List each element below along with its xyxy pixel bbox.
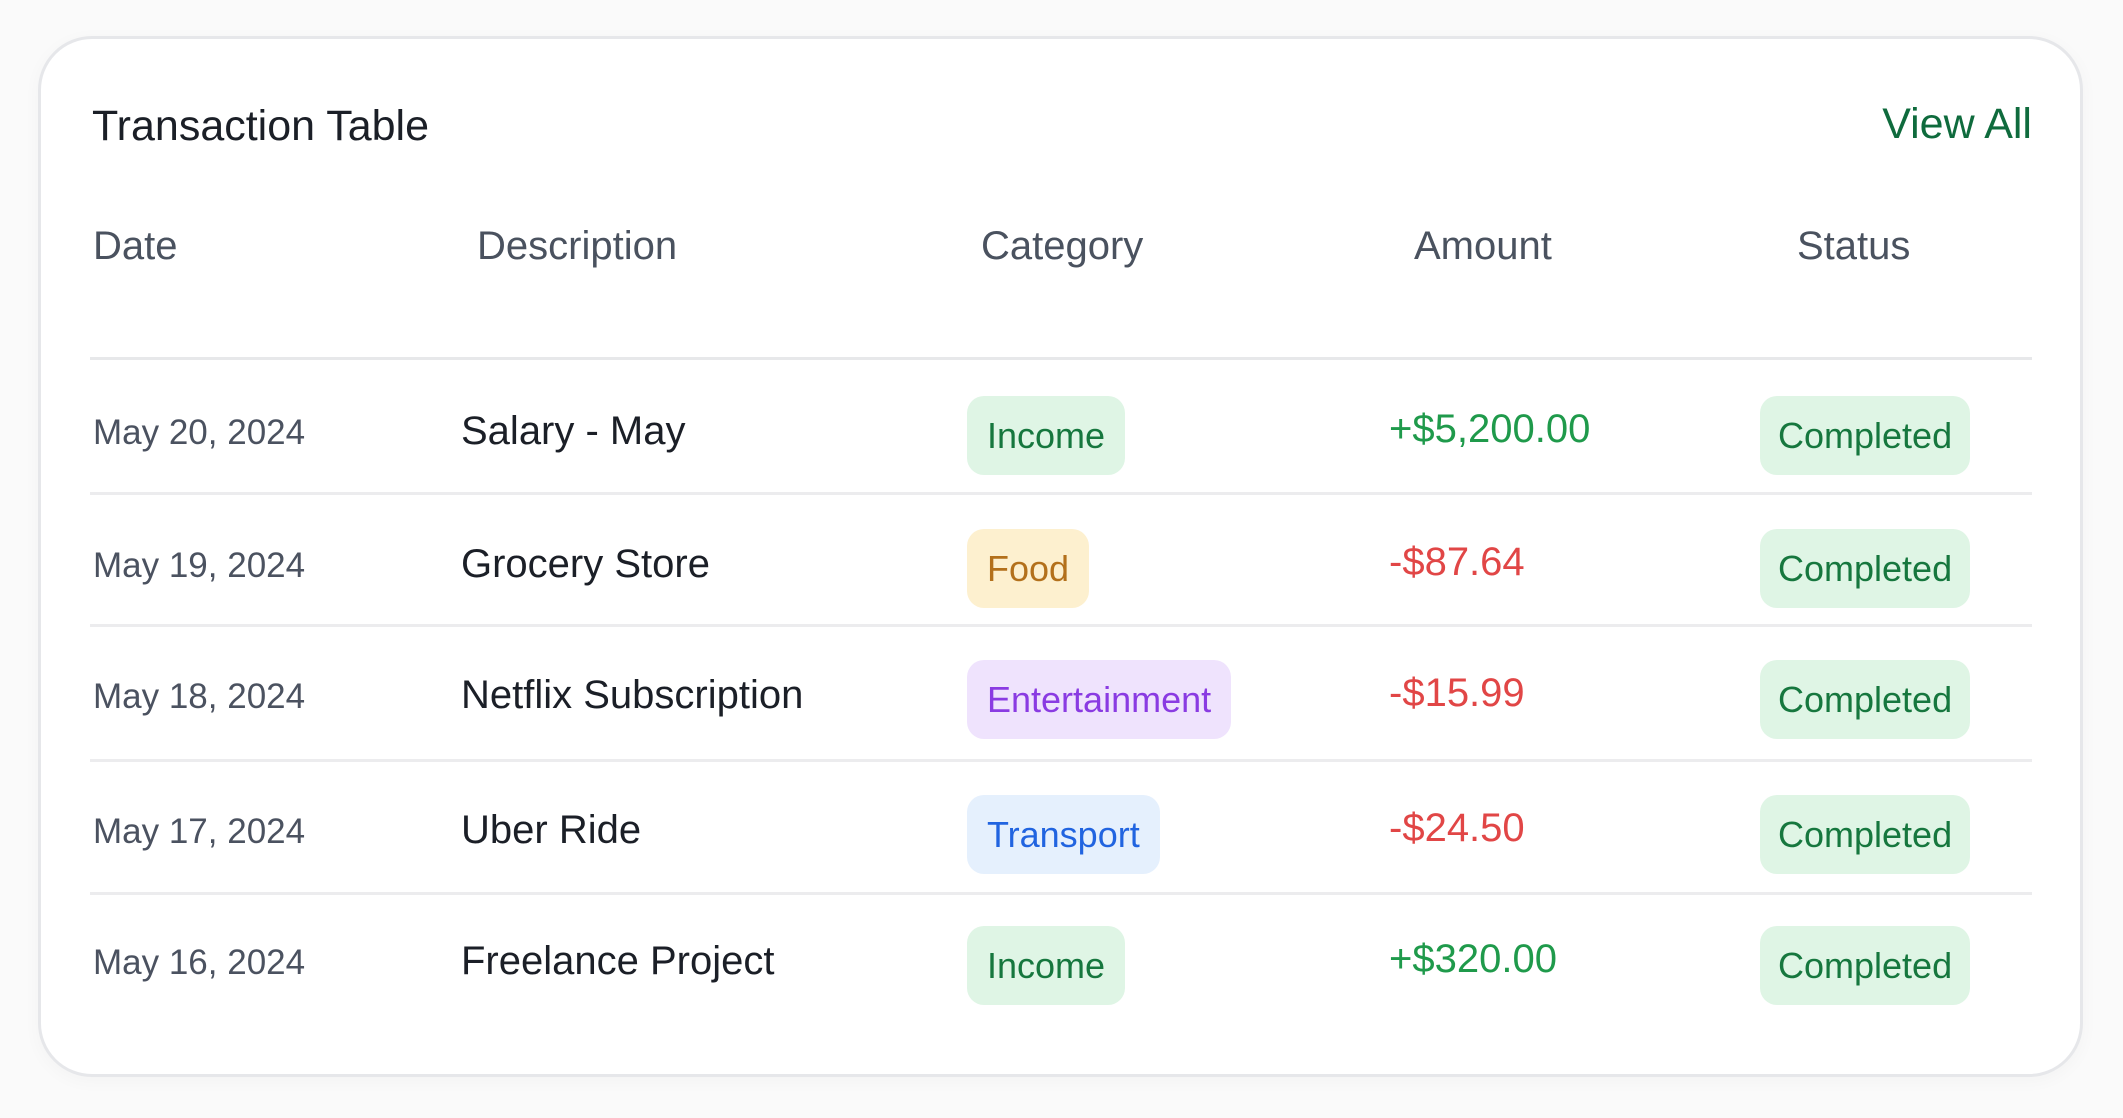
view-all-link[interactable]: View All: [1882, 97, 2032, 151]
row-description: Uber Ride: [461, 808, 642, 852]
row-description: Salary - May: [461, 409, 686, 453]
row-description: Netflix Subscription: [461, 673, 804, 717]
row-amount: +$5,200.00: [1389, 407, 1591, 451]
header-divider: [90, 357, 2032, 360]
row-divider: [90, 892, 2032, 895]
column-header-category[interactable]: Category: [981, 219, 1143, 273]
status-badge: Completed: [1760, 529, 1971, 608]
row-description: Freelance Project: [461, 939, 775, 983]
card-title: Transaction Table: [92, 102, 430, 150]
status-badge: Completed: [1760, 926, 1971, 1005]
row-description: Grocery Store: [461, 542, 710, 586]
column-header-description[interactable]: Description: [477, 219, 677, 273]
column-header-amount[interactable]: Amount: [1414, 219, 1552, 273]
row-divider: [90, 624, 2032, 627]
column-header-status[interactable]: Status: [1797, 219, 1910, 273]
row-divider: [90, 759, 2032, 762]
category-badge: Income: [967, 396, 1126, 475]
table-header: Date Description Category Amount Status: [41, 219, 2080, 273]
row-date: May 20, 2024: [93, 413, 306, 452]
row-date: May 18, 2024: [93, 677, 306, 716]
row-date: May 17, 2024: [93, 812, 306, 851]
status-badge: Completed: [1760, 396, 1971, 475]
column-header-date[interactable]: Date: [93, 219, 178, 273]
row-divider: [90, 492, 2032, 495]
status-badge: Completed: [1760, 795, 1971, 874]
row-date: May 19, 2024: [93, 546, 306, 585]
transaction-table-card: Transaction Table View All Date Descript…: [38, 36, 2083, 1077]
status-badge: Completed: [1760, 660, 1971, 739]
row-amount: +$320.00: [1389, 937, 1557, 981]
row-amount: -$87.64: [1389, 540, 1525, 584]
row-date: May 16, 2024: [93, 943, 306, 982]
row-amount: -$15.99: [1389, 671, 1525, 715]
category-badge: Transport: [967, 795, 1160, 874]
category-badge: Income: [967, 926, 1126, 1005]
category-badge: Food: [967, 529, 1090, 608]
category-badge: Entertainment: [967, 660, 1232, 739]
row-amount: -$24.50: [1389, 806, 1525, 850]
